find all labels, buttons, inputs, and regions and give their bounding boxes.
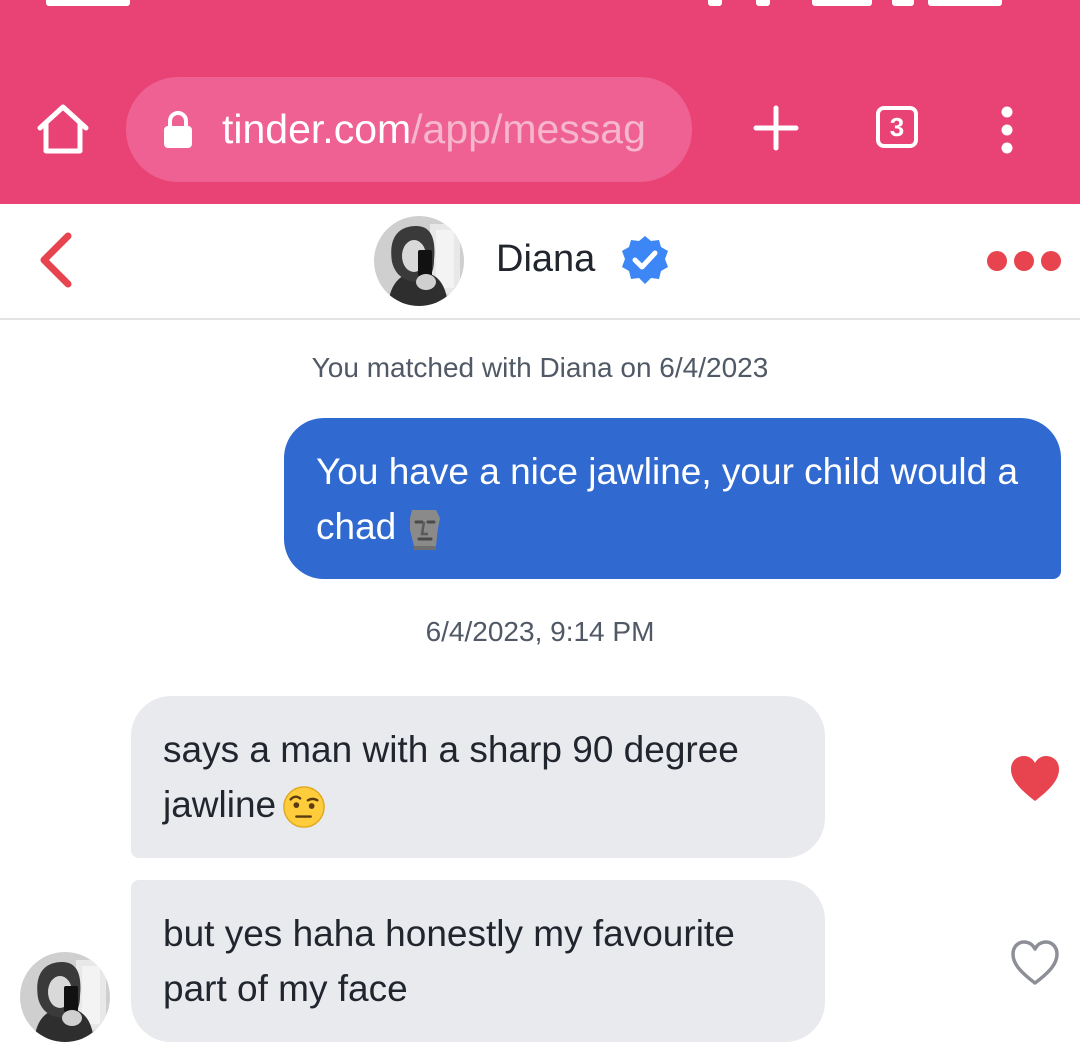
avatar[interactable] bbox=[374, 216, 464, 306]
address-bar[interactable]: tinder.com/app/messag bbox=[126, 77, 692, 182]
url-domain: tinder.com bbox=[222, 106, 412, 152]
back-chevron-icon[interactable] bbox=[34, 228, 78, 292]
moai-emoji bbox=[410, 510, 441, 551]
chat-header: Diana bbox=[0, 204, 1080, 320]
browser-menu-icon[interactable] bbox=[990, 106, 1024, 154]
message-timestamp: 6/4/2023, 9:14 PM bbox=[425, 616, 655, 647]
sent-message-bubble[interactable]: You have a nice jawline, your child woul… bbox=[284, 418, 1061, 579]
new-tab-icon[interactable] bbox=[752, 104, 800, 152]
status-bar bbox=[0, 0, 1080, 8]
sender-avatar[interactable] bbox=[20, 952, 110, 1042]
received-message-bubble[interactable]: says a man with a sharp 90 degree jawlin… bbox=[131, 696, 825, 858]
match-notice: You matched with Diana on 6/4/2023 bbox=[311, 352, 769, 383]
heart-filled-icon[interactable] bbox=[1008, 754, 1062, 804]
browser-toolbar: tinder.com/app/messag 3 bbox=[0, 0, 1080, 204]
verified-badge-icon bbox=[622, 236, 668, 284]
received-message-bubble[interactable]: but yes haha honestly my favourite part … bbox=[131, 880, 825, 1042]
received-message-text: says a man with a sharp 90 degree jawlin… bbox=[163, 729, 739, 825]
tab-switcher-button[interactable]: 3 bbox=[876, 106, 918, 148]
heart-outline-icon[interactable] bbox=[1008, 938, 1062, 988]
url-path: /app/messag bbox=[411, 106, 646, 152]
received-message-text: but yes haha honestly my favourite part … bbox=[163, 913, 735, 1009]
match-name: Diana bbox=[496, 238, 596, 280]
face-with-raised-eyebrow-emoji bbox=[283, 786, 325, 829]
url-text: tinder.com/app/messag bbox=[222, 101, 674, 157]
home-icon[interactable] bbox=[34, 100, 92, 158]
more-options-icon[interactable] bbox=[984, 246, 1064, 276]
lock-icon bbox=[164, 111, 192, 148]
